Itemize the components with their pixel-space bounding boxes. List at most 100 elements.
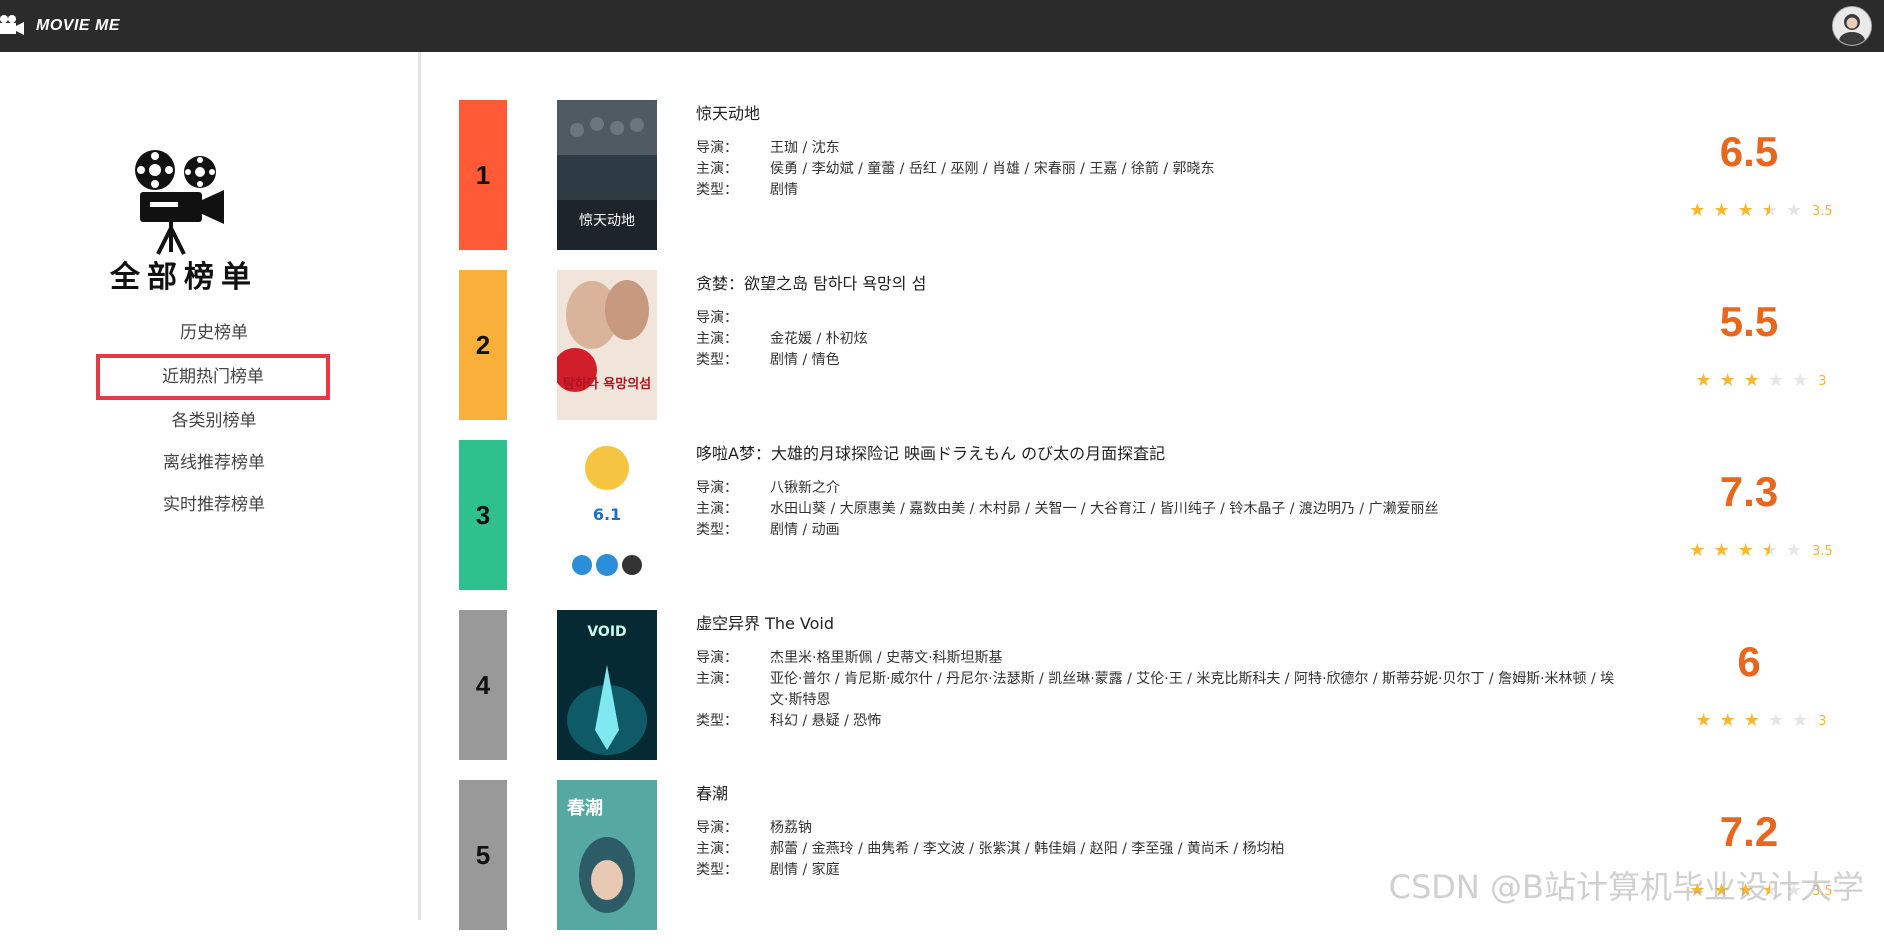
- movie-score: 6: [1654, 638, 1844, 686]
- cast-label: 主演：: [696, 669, 770, 711]
- star-icon: ★: [1689, 542, 1705, 560]
- cast-value: 金花媛 / 朴初炫: [770, 329, 868, 350]
- star-icon: ★: [1696, 712, 1712, 730]
- star-icon: ★: [1768, 372, 1784, 390]
- movie-poster[interactable]: 6.1: [557, 440, 657, 590]
- movie-title[interactable]: 哆啦A梦：大雄的月球探险记 映画ドラえもん のび太の月面探査記: [696, 440, 1626, 464]
- star-icon: ★: [1738, 542, 1754, 560]
- movie-row[interactable]: 3 6.1 哆啦A梦：大雄的月球探险记 映画ドラえもん のび太の月面探査記 导演…: [459, 440, 1859, 590]
- director-label: 导演：: [696, 648, 770, 669]
- menu-item-history[interactable]: 历史榜单: [96, 312, 332, 354]
- star-icon: ★: [1720, 712, 1736, 730]
- genre-label: 类型：: [696, 520, 770, 541]
- director-label: 导演：: [696, 478, 770, 499]
- director-label: 导演：: [696, 138, 770, 159]
- movie-title[interactable]: 贪婪：欲望之岛 탐하다 욕망의 섬: [696, 270, 1626, 294]
- cast-label: 主演：: [696, 839, 770, 860]
- sidebar-title: 全部榜单: [104, 252, 264, 296]
- genre-label: 类型：: [696, 180, 770, 201]
- director-value: 八锹新之介: [770, 478, 840, 499]
- user-avatar[interactable]: [1832, 6, 1872, 46]
- star-icon: ★: [1786, 202, 1802, 220]
- movie-row[interactable]: 2 탐하다 욕망의섬 贪婪：欲望之岛 탐하다 욕망의 섬 导演： 主演：金花媛 …: [459, 270, 1859, 420]
- avatar-image: [1833, 7, 1871, 45]
- director-value: 王珈 / 沈东: [770, 138, 840, 159]
- movie-score: 7.2: [1654, 808, 1844, 856]
- menu-item-recent-hot[interactable]: 近期热门榜单: [96, 354, 330, 400]
- star-icon: ★: [1713, 202, 1729, 220]
- movie-camera-icon: [0, 13, 26, 39]
- director-value: 杰里米·格里斯佩 / 史蒂文·科斯坦斯基: [770, 648, 1003, 669]
- movie-score: 7.3: [1654, 468, 1844, 516]
- watermark: CSDN @B站计算机毕业设计大学: [1389, 862, 1864, 908]
- movie-poster[interactable]: 惊天动地: [557, 100, 657, 250]
- cast-label: 主演：: [696, 329, 770, 350]
- film-projector-icon: [128, 148, 232, 256]
- menu-item-by-category[interactable]: 各类别榜单: [96, 400, 332, 442]
- star-rating-value: 3: [1818, 714, 1826, 729]
- poster-title: 惊天动地: [579, 213, 635, 229]
- rank-badge: 1: [459, 100, 507, 250]
- movie-title[interactable]: 惊天动地: [696, 100, 1626, 124]
- movie-title[interactable]: 虚空异界 The Void: [696, 610, 1626, 634]
- rank-badge: 3: [459, 440, 507, 590]
- star-icon: ★: [1762, 202, 1778, 220]
- star-icon: ★: [1689, 202, 1705, 220]
- cast-label: 主演：: [696, 159, 770, 180]
- menu-item-realtime-recommend[interactable]: 实时推荐榜单: [96, 484, 332, 526]
- genre-label: 类型：: [696, 350, 770, 371]
- movie-score: 6.5: [1654, 128, 1844, 176]
- cast-value: 郝蕾 / 金燕玲 / 曲隽希 / 李文波 / 张紫淇 / 韩佳娟 / 赵阳 / …: [770, 839, 1285, 860]
- cast-label: 主演：: [696, 499, 770, 520]
- brand-name: MOVIE ME: [36, 17, 120, 35]
- star-icon: ★: [1762, 542, 1778, 560]
- poster-title: 6.1: [593, 505, 621, 524]
- star-icon: ★: [1792, 712, 1808, 730]
- rank-badge: 4: [459, 610, 507, 760]
- poster-title: 탐하다 욕망의섬: [563, 376, 651, 392]
- cast-value: 侯勇 / 李幼斌 / 童蕾 / 岳红 / 巫刚 / 肖雄 / 宋春丽 / 王嘉 …: [770, 159, 1215, 180]
- movie-poster[interactable]: VOID: [557, 610, 657, 760]
- star-icon: ★: [1696, 372, 1712, 390]
- cast-value: 亚伦·普尔 / 肯尼斯·威尔什 / 丹尼尔·法瑟斯 / 凯丝琳·蒙露 / 艾伦·…: [770, 669, 1626, 711]
- brand[interactable]: MOVIE ME: [0, 10, 120, 42]
- genre-value: 剧情: [770, 180, 798, 201]
- movie-info: 哆啦A梦：大雄的月球探险记 映画ドラえもん のび太の月面探査記 导演：八锹新之介…: [696, 440, 1626, 541]
- star-icon: ★: [1738, 202, 1754, 220]
- genre-value: 剧情 / 动画: [770, 520, 840, 541]
- star-icon: ★: [1744, 712, 1760, 730]
- star-icon: ★: [1713, 542, 1729, 560]
- menu-item-offline-recommend[interactable]: 离线推荐榜单: [96, 442, 332, 484]
- director-value: 杨荔钠: [770, 818, 812, 839]
- cast-value: 水田山葵 / 大原惠美 / 嘉数由美 / 木村昴 / 关智一 / 大谷育江 / …: [770, 499, 1439, 520]
- poster-title: 春潮: [567, 797, 603, 819]
- movie-info: 虚空异界 The Void 导演：杰里米·格里斯佩 / 史蒂文·科斯坦斯基 主演…: [696, 610, 1626, 732]
- genre-value: 科幻 / 悬疑 / 恐怖: [770, 711, 881, 732]
- movie-poster[interactable]: 탐하다 욕망의섬: [557, 270, 657, 420]
- genre-label: 类型：: [696, 860, 770, 881]
- genre-value: 剧情 / 家庭: [770, 860, 840, 881]
- star-icon: ★: [1792, 372, 1808, 390]
- rank-badge: 5: [459, 780, 507, 930]
- movie-rank-list: 1 惊天动地 惊天动地 导演：王珈 / 沈东 主演：侯勇 / 李幼斌 / 童蕾 …: [459, 100, 1859, 950]
- director-label: 导演：: [696, 308, 770, 329]
- sidebar: 全部榜单 历史榜单 近期热门榜单 各类别榜单 离线推荐榜单 实时推荐榜单: [0, 52, 418, 920]
- movie-row[interactable]: 4 VOID 虚空异界 The Void 导演：杰里米·格里斯佩 / 史蒂文·科…: [459, 610, 1859, 760]
- movie-title[interactable]: 春潮: [696, 780, 1626, 804]
- star-icon: ★: [1786, 542, 1802, 560]
- movie-poster[interactable]: 春潮: [557, 780, 657, 930]
- rank-badge: 2: [459, 270, 507, 420]
- star-icon: ★: [1744, 372, 1760, 390]
- star-rating-value: 3: [1818, 374, 1826, 389]
- star-rating: ★ ★ ★ ★ ★ 3.5: [1669, 202, 1849, 220]
- star-rating: ★ ★ ★ ★ ★ 3.5: [1669, 542, 1849, 560]
- movie-score: 5.5: [1654, 298, 1844, 346]
- sidebar-menu: 历史榜单 近期热门榜单 各类别榜单 离线推荐榜单 实时推荐榜单: [96, 312, 332, 526]
- movie-info: 贪婪：欲望之岛 탐하다 욕망의 섬 导演： 主演：金花媛 / 朴初炫 类型：剧情…: [696, 270, 1626, 371]
- movie-row[interactable]: 1 惊天动地 惊天动地 导演：王珈 / 沈东 主演：侯勇 / 李幼斌 / 童蕾 …: [459, 100, 1859, 250]
- star-icon: ★: [1720, 372, 1736, 390]
- star-rating-value: 3.5: [1812, 544, 1833, 559]
- star-rating-value: 3.5: [1812, 204, 1833, 219]
- genre-label: 类型：: [696, 711, 770, 732]
- top-navbar: MOVIE ME: [0, 0, 1884, 52]
